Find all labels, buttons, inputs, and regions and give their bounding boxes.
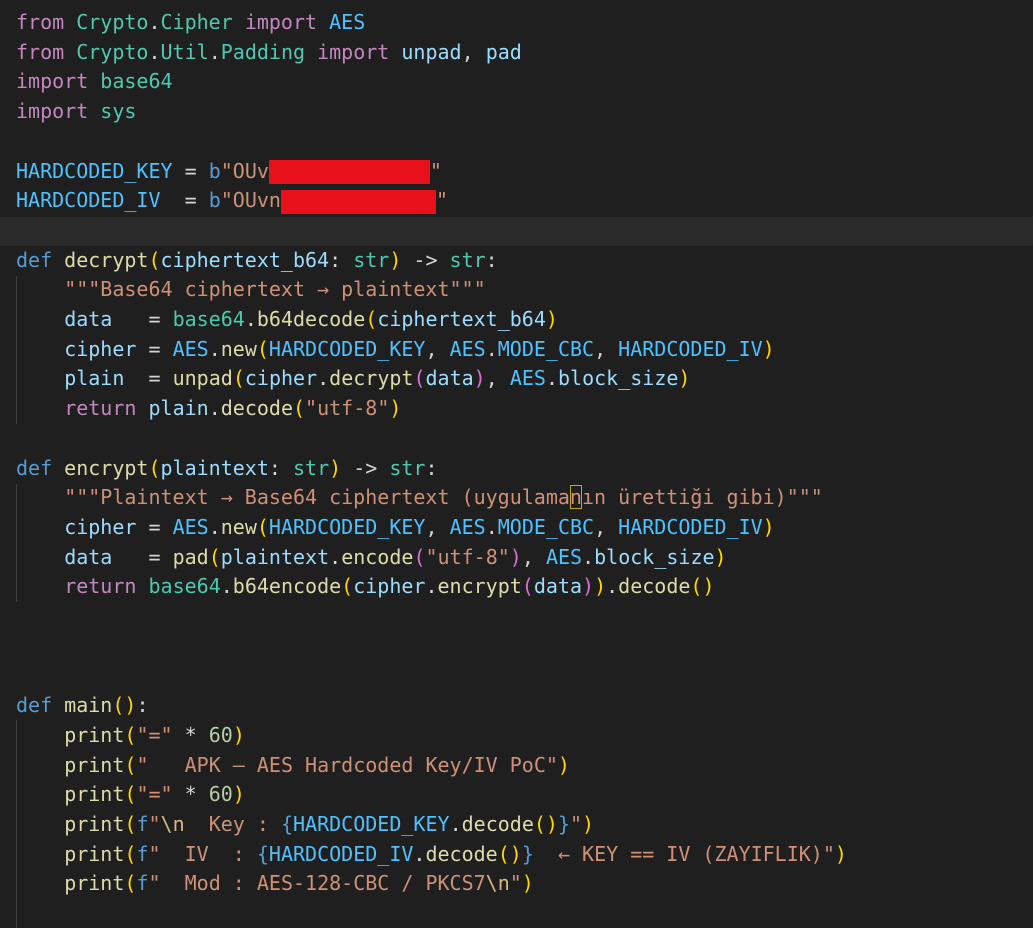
code-text: def encrypt(plaintext: str) -> str:	[16, 455, 438, 480]
code-text: return base64.b64encode(cipher.encrypt(d…	[64, 574, 715, 599]
code-line[interactable]: HARDCODED_IV = b"OUvn "	[0, 186, 1033, 216]
code-line[interactable]	[0, 424, 1033, 454]
code-line[interactable]: print(" APK — AES Hardcoded Key/IV PoC")	[0, 751, 1033, 781]
code-text: """Plaintext → Base64 ciphertext (uygula…	[64, 485, 823, 510]
code-line[interactable]: data = pad(plaintext.encode("utf-8"), AE…	[0, 543, 1033, 573]
code-text: data = pad(plaintext.encode("utf-8"), AE…	[64, 544, 727, 569]
code-line[interactable]: print(f"\n Key : {HARDCODED_KEY.decode()…	[0, 810, 1033, 840]
code-line[interactable]: def decrypt(ciphertext_b64: str) -> str:	[0, 246, 1033, 276]
code-line[interactable]	[0, 602, 1033, 632]
code-text: plain = unpad(cipher.decrypt(data), AES.…	[64, 366, 691, 391]
code-text: cipher = AES.new(HARDCODED_KEY, AES.MODE…	[64, 336, 775, 361]
code-text: data = base64.b64decode(ciphertext_b64)	[64, 307, 558, 331]
code-text: def decrypt(ciphertext_b64: str) -> str:	[16, 247, 498, 272]
code-line[interactable]	[0, 661, 1033, 691]
redaction-box	[280, 189, 436, 214]
code-text: from Crypto.Util.Padding import unpad, p…	[16, 39, 522, 64]
code-line[interactable]: """Plaintext → Base64 ciphertext (uygula…	[0, 483, 1033, 513]
code-text: import sys	[16, 99, 137, 124]
code-line[interactable]: from Crypto.Util.Padding import unpad, p…	[0, 38, 1033, 68]
code-text: print(" APK — AES Hardcoded Key/IV PoC")	[64, 752, 570, 777]
code-line[interactable]	[0, 632, 1033, 662]
code-line[interactable]: HARDCODED_KEY = b"OUv "	[0, 157, 1033, 187]
code-text: from Crypto.Cipher import AES	[16, 10, 366, 34]
code-text: HARDCODED_KEY = b"OUv "	[16, 158, 442, 184]
code-line[interactable]: import sys	[0, 97, 1033, 127]
code-line[interactable]: import base64	[0, 67, 1033, 97]
code-line[interactable]: return base64.b64encode(cipher.encrypt(d…	[0, 572, 1033, 602]
code-line[interactable]: print("=" * 60)	[0, 721, 1033, 751]
code-line[interactable]: print("=" * 60)	[0, 780, 1033, 810]
code-line[interactable]: cipher = AES.new(HARDCODED_KEY, AES.MODE…	[0, 335, 1033, 365]
code-text: cipher = AES.new(HARDCODED_KEY, AES.MODE…	[64, 514, 775, 539]
code-text: HARDCODED_IV = b"OUvn "	[16, 188, 448, 214]
code-line[interactable]: def main():	[0, 691, 1033, 721]
redaction-box	[268, 160, 430, 184]
code-line[interactable]: def encrypt(plaintext: str) -> str:	[0, 454, 1033, 484]
code-line[interactable]	[0, 216, 1033, 246]
code-line[interactable]: print(f" IV : {HARDCODED_IV.decode()} ← …	[0, 840, 1033, 870]
code-line[interactable]: data = base64.b64decode(ciphertext_b64)	[0, 305, 1033, 335]
code-line[interactable]: cipher = AES.new(HARDCODED_KEY, AES.MODE…	[0, 513, 1033, 543]
code-text: import base64	[16, 69, 173, 94]
code-text: return plain.decode("utf-8")	[64, 396, 402, 421]
code-line[interactable]	[0, 127, 1033, 157]
code-text: print(f" Mod : AES-128-CBC / PKCS7\n")	[64, 871, 534, 896]
code-text: print(f" IV : {HARDCODED_IV.decode()} ← …	[64, 841, 847, 866]
code-line[interactable]: plain = unpad(cipher.decrypt(data), AES.…	[0, 364, 1033, 394]
code-line[interactable]: from Crypto.Cipher import AES	[0, 8, 1033, 38]
code-line[interactable]: return plain.decode("utf-8")	[0, 394, 1033, 424]
code-text: """Base64 ciphertext → plaintext"""	[64, 277, 486, 302]
code-line[interactable]: """Base64 ciphertext → plaintext"""	[0, 275, 1033, 305]
code-text: print(f"\n Key : {HARDCODED_KEY.decode()…	[64, 811, 595, 836]
code-editor[interactable]: from Crypto.Cipher import AES from Crypto…	[0, 0, 1033, 928]
code-text: print("=" * 60)	[64, 722, 245, 747]
code-line[interactable]: print(f" Mod : AES-128-CBC / PKCS7\n")	[0, 869, 1033, 899]
text-cursor: n	[569, 485, 582, 510]
code-text: print("=" * 60)	[64, 782, 245, 807]
code-text: def main():	[16, 693, 149, 718]
